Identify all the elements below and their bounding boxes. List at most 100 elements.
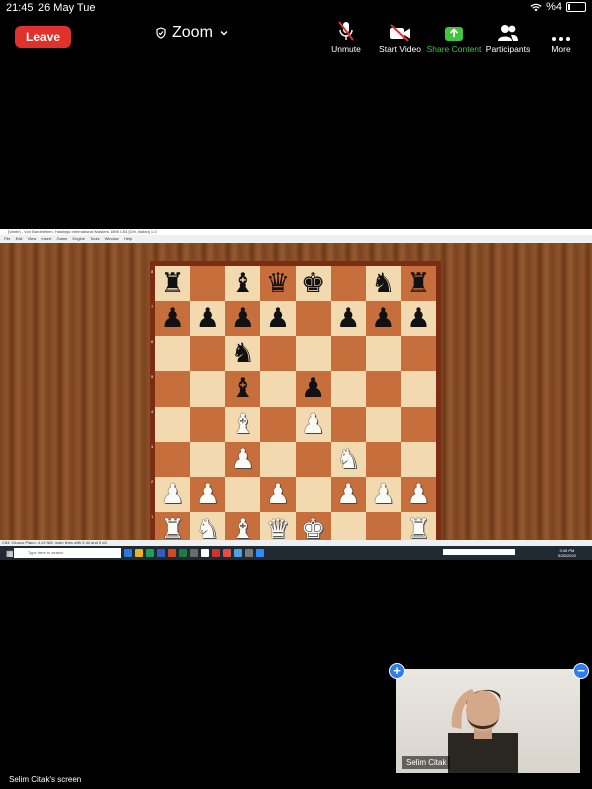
board-square[interactable]: ♟ xyxy=(260,476,296,512)
app-icon[interactable] xyxy=(256,549,264,557)
menu-item[interactable]: Game xyxy=(56,236,67,241)
board-square[interactable]: ♛ xyxy=(260,266,296,302)
app-icon[interactable] xyxy=(245,549,253,557)
menu-item[interactable]: View xyxy=(28,236,37,241)
board-square[interactable]: ♟ xyxy=(295,371,331,407)
board-square[interactable] xyxy=(400,336,436,372)
black-pawn-icon[interactable]: ♟ xyxy=(336,305,360,332)
board-square[interactable] xyxy=(400,441,436,477)
board-square[interactable]: ♟ xyxy=(400,301,436,337)
board-square[interactable]: ♞ xyxy=(365,266,401,302)
board-square[interactable]: ♟ xyxy=(400,476,436,512)
menu-item[interactable]: Edit xyxy=(16,236,23,241)
black-pawn-icon[interactable]: ♟ xyxy=(301,375,325,402)
share-content-button[interactable]: Share Content xyxy=(424,20,484,54)
board-square[interactable] xyxy=(330,266,366,302)
minimize-video-button[interactable]: − xyxy=(573,663,589,679)
board-square[interactable] xyxy=(365,336,401,372)
menu-item[interactable]: Tools xyxy=(90,236,99,241)
menu-item[interactable]: File xyxy=(4,236,10,241)
menu-item[interactable]: Window xyxy=(105,236,119,241)
board-square[interactable] xyxy=(295,476,331,512)
meeting-title[interactable]: Zoom xyxy=(156,24,229,42)
white-knight-icon[interactable]: ♞ xyxy=(336,446,360,473)
board-square[interactable]: ♟ xyxy=(190,301,226,337)
black-pawn-icon[interactable]: ♟ xyxy=(371,305,395,332)
unmute-button[interactable]: Unmute xyxy=(316,20,376,54)
white-pawn-icon[interactable]: ♟ xyxy=(231,446,255,473)
board-square[interactable] xyxy=(155,406,191,442)
start-video-button[interactable]: Start Video xyxy=(370,20,430,54)
board-square[interactable]: ♟ xyxy=(330,476,366,512)
board-square[interactable] xyxy=(365,441,401,477)
leave-button[interactable]: Leave xyxy=(15,26,71,48)
app-icon[interactable] xyxy=(190,549,198,557)
app-icon[interactable] xyxy=(146,549,154,557)
white-queen-icon[interactable]: ♛ xyxy=(266,516,290,543)
taskbar-clock[interactable]: 9:45 PM 5/26/2020 xyxy=(558,548,576,558)
expand-video-button[interactable]: + xyxy=(389,663,405,679)
black-rook-icon[interactable]: ♜ xyxy=(160,270,184,297)
board-square[interactable] xyxy=(260,441,296,477)
board-square[interactable]: ♞ xyxy=(330,441,366,477)
app-icon[interactable] xyxy=(157,549,165,557)
white-rook-icon[interactable]: ♜ xyxy=(406,516,430,543)
black-knight-icon[interactable]: ♞ xyxy=(231,340,255,367)
board-square[interactable] xyxy=(225,476,261,512)
white-pawn-icon[interactable]: ♟ xyxy=(371,481,395,508)
board-square[interactable]: ♟ xyxy=(155,301,191,337)
menu-item[interactable]: Engine xyxy=(73,236,85,241)
white-pawn-icon[interactable]: ♟ xyxy=(336,481,360,508)
chess-board[interactable]: ♜ ♝ ♛ ♚ ♞ ♜ ♟ ♟ ♟ ♟ ♟ ♟ ♟ ♞ ♝ ♟ ♝ ♟ ♟ ♞ ♟ ♟ ♟ ♟ ♟ ♟ ♜ ♞ ♝ ♛ ♚ ♜ xyxy=(155,266,436,547)
board-square[interactable]: ♟ xyxy=(295,406,331,442)
app-icon[interactable] xyxy=(179,549,187,557)
black-king-icon[interactable]: ♚ xyxy=(301,270,325,297)
board-square[interactable] xyxy=(330,371,366,407)
board-square[interactable] xyxy=(155,371,191,407)
board-square[interactable] xyxy=(295,441,331,477)
white-pawn-icon[interactable]: ♟ xyxy=(406,481,430,508)
board-square[interactable]: ♚ xyxy=(295,266,331,302)
board-square[interactable] xyxy=(400,406,436,442)
menu-item[interactable]: Help xyxy=(124,236,132,241)
board-square[interactable] xyxy=(155,336,191,372)
board-square[interactable] xyxy=(260,371,296,407)
board-square[interactable] xyxy=(260,406,296,442)
board-square[interactable]: ♟ xyxy=(365,301,401,337)
more-button[interactable]: More xyxy=(531,20,591,54)
taskbar-search[interactable]: Type here to search xyxy=(14,548,121,558)
white-pawn-icon[interactable]: ♟ xyxy=(266,481,290,508)
app-icon[interactable] xyxy=(223,549,231,557)
board-square[interactable] xyxy=(190,336,226,372)
board-square[interactable]: ♟ xyxy=(225,301,261,337)
self-video-tile[interactable]: Selim Citak xyxy=(396,669,580,773)
black-rook-icon[interactable]: ♜ xyxy=(406,270,430,297)
board-square[interactable]: ♝ xyxy=(225,406,261,442)
board-square[interactable] xyxy=(330,336,366,372)
board-square[interactable] xyxy=(400,371,436,407)
board-square[interactable] xyxy=(295,301,331,337)
black-pawn-icon[interactable]: ♟ xyxy=(196,305,220,332)
board-square[interactable] xyxy=(295,336,331,372)
board-square[interactable]: ♞ xyxy=(225,336,261,372)
participants-button[interactable]: Participants xyxy=(478,20,538,54)
app-icon[interactable] xyxy=(168,549,176,557)
black-bishop-icon[interactable]: ♝ xyxy=(231,375,255,402)
board-square[interactable]: ♝ xyxy=(225,371,261,407)
white-pawn-icon[interactable]: ♟ xyxy=(160,481,184,508)
board-square[interactable]: ♟ xyxy=(260,301,296,337)
app-icon[interactable] xyxy=(135,549,143,557)
black-bishop-icon[interactable]: ♝ xyxy=(231,270,255,297)
board-square[interactable]: ♟ xyxy=(330,301,366,337)
white-pawn-icon[interactable]: ♟ xyxy=(196,481,220,508)
black-queen-icon[interactable]: ♛ xyxy=(266,270,290,297)
black-pawn-icon[interactable]: ♟ xyxy=(231,305,255,332)
board-square[interactable] xyxy=(365,406,401,442)
board-square[interactable] xyxy=(260,336,296,372)
board-square[interactable]: ♟ xyxy=(365,476,401,512)
black-knight-icon[interactable]: ♞ xyxy=(371,270,395,297)
white-pawn-icon[interactable]: ♟ xyxy=(301,411,325,438)
white-bishop-icon[interactable]: ♝ xyxy=(231,411,255,438)
board-square[interactable] xyxy=(190,371,226,407)
black-pawn-icon[interactable]: ♟ xyxy=(406,305,430,332)
